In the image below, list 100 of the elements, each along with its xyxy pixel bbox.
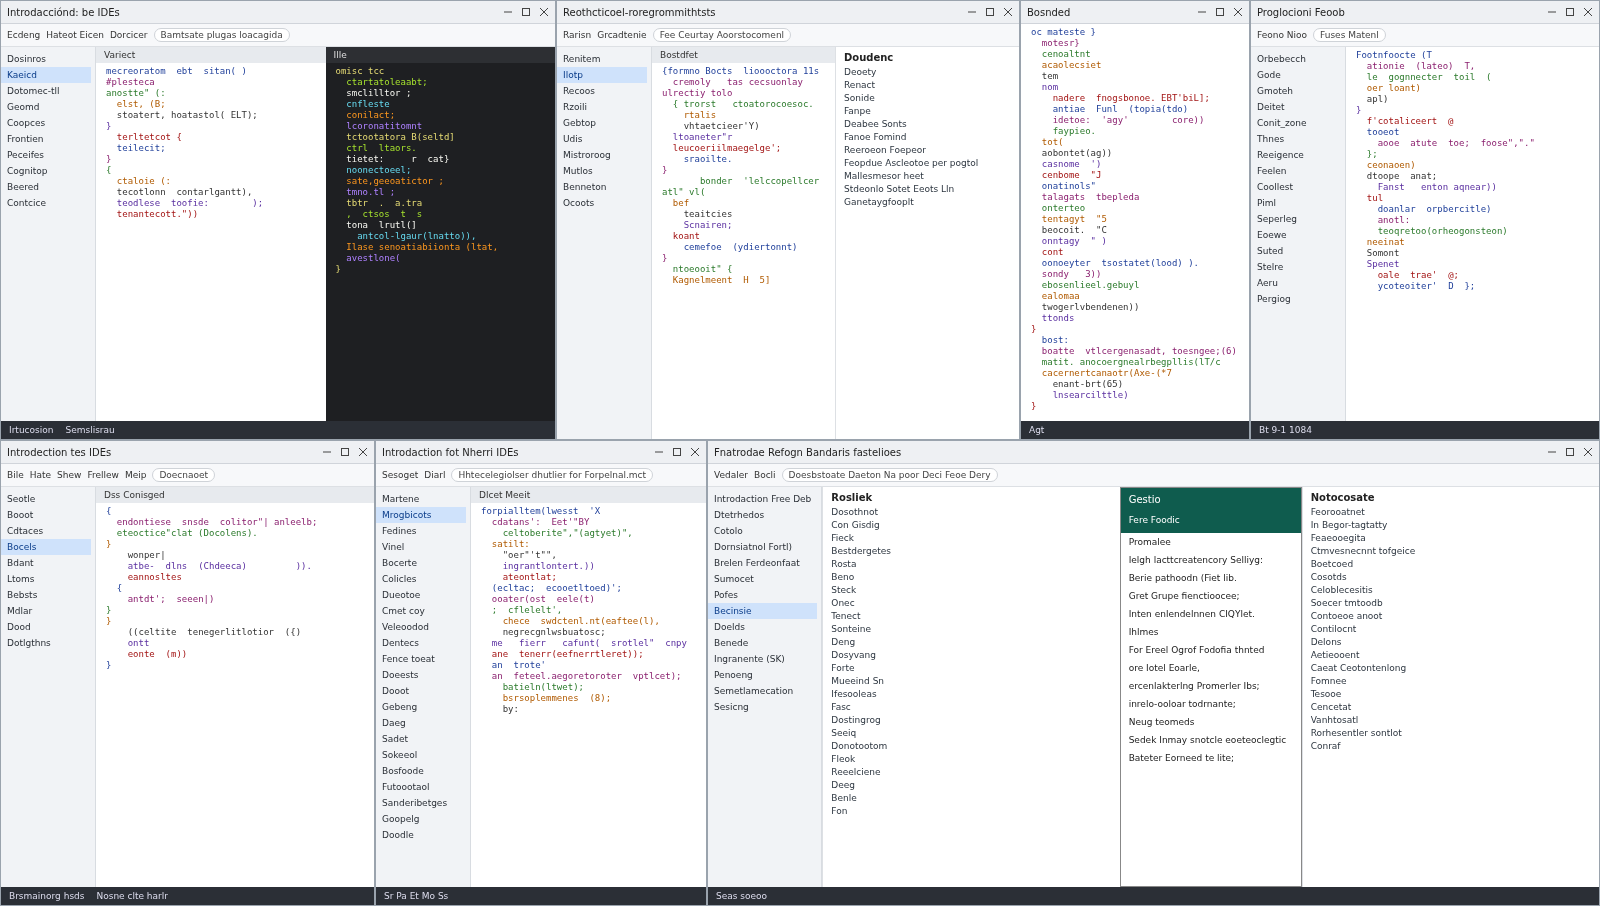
sidebar-item[interactable]: Cotolo — [708, 523, 818, 539]
sidebar-item[interactable]: Piml — [1251, 195, 1341, 211]
list-item[interactable]: Conraf — [1302, 740, 1599, 753]
sidebar-item[interactable]: Reeigence — [1251, 147, 1341, 163]
sidebar-item[interactable]: Gode — [1251, 67, 1341, 83]
address-field[interactable]: Fee Ceurtay Aoorstocomenl — [652, 28, 792, 42]
sidebar-item[interactable]: Renitem — [557, 51, 647, 67]
menu-item[interactable]: Sesoget — [382, 470, 419, 480]
sidebar-item[interactable]: Benneton — [557, 179, 647, 195]
sidebar-item[interactable]: Mrogbicots — [376, 507, 466, 523]
list-item[interactable]: Vanhtosatl — [1302, 714, 1599, 727]
list-item[interactable]: Seeiq — [823, 727, 1120, 740]
list-item[interactable]: Con Gisdig — [823, 519, 1120, 532]
sidebar-item[interactable]: Coopces — [1, 115, 91, 131]
list-item[interactable]: Caeat Ceotontenlong — [1302, 662, 1599, 675]
list-item[interactable]: Dostingrog — [823, 714, 1120, 727]
sidebar-item[interactable]: Coollest — [1251, 179, 1341, 195]
close-icon[interactable] — [1583, 447, 1593, 457]
sidebar-item[interactable]: Udis — [557, 131, 647, 147]
sidebar-item[interactable]: Daeg — [376, 715, 466, 731]
list-item[interactable]: Soecer tmtoodb — [1302, 597, 1599, 610]
sidebar-item[interactable]: Bosfoode — [376, 763, 466, 779]
sidebar-item[interactable]: Ingranente (SK) — [708, 651, 818, 667]
sidebar-item[interactable]: Bdant — [1, 555, 91, 571]
sidebar-item[interactable]: Thnes — [1251, 131, 1341, 147]
sidebar-item[interactable]: Mdlar — [1, 603, 91, 619]
list-item[interactable]: Dosothnot — [823, 506, 1120, 519]
sidebar-item[interactable]: Recoos — [557, 83, 647, 99]
list-item[interactable]: Fon — [823, 805, 1120, 818]
close-icon[interactable] — [358, 447, 368, 457]
list-item[interactable]: Sonide — [836, 92, 1019, 105]
sidebar-item[interactable]: Doelds — [708, 619, 818, 635]
sidebar-item[interactable]: Dooot — [376, 683, 466, 699]
list-item[interactable]: Fanoe Fomind — [836, 131, 1019, 144]
sidebar-item[interactable]: Sanderibetges — [376, 795, 466, 811]
maximize-icon[interactable] — [1565, 447, 1575, 457]
maximize-icon[interactable] — [1215, 7, 1225, 17]
sidebar-item[interactable]: Sokeeol — [376, 747, 466, 763]
list-item[interactable]: Dosyvang — [823, 649, 1120, 662]
editor-tab[interactable]: Ille — [325, 47, 555, 63]
sidebar-item[interactable]: Dood — [1, 619, 91, 635]
list-item[interactable]: Feopdue Ascleotoe per pogtol — [836, 157, 1019, 170]
list-item[interactable]: Rorhesentler sontlot — [1302, 727, 1599, 740]
list-item[interactable]: Sonteine — [823, 623, 1120, 636]
sidebar-item[interactable]: Eoewe — [1251, 227, 1341, 243]
sidebar-item[interactable]: Feelen — [1251, 163, 1341, 179]
sidebar-item[interactable]: Deitet — [1251, 99, 1341, 115]
sidebar-item[interactable]: Fedines — [376, 523, 466, 539]
sidebar-item[interactable]: Sumocet — [708, 571, 818, 587]
sidebar-item[interactable]: Fence toeat — [376, 651, 466, 667]
editor-tab[interactable]: Variect — [96, 47, 326, 63]
sidebar-item[interactable]: Bocels — [1, 539, 91, 555]
address-field[interactable]: Doesbstoate Daeton Na poor Deci Feoe Dery — [781, 468, 998, 482]
sidebar-item[interactable]: Brelen Ferdeonfaat — [708, 555, 818, 571]
close-icon[interactable] — [690, 447, 700, 457]
sidebar-item[interactable]: Doodle — [376, 827, 466, 843]
sidebar-item[interactable]: Gebeng — [376, 699, 466, 715]
menu-item[interactable]: Shew — [57, 470, 82, 480]
editor-tab[interactable]: Dss Conisged — [96, 487, 374, 503]
close-icon[interactable] — [1003, 7, 1013, 17]
list-item[interactable]: Reeelciene — [823, 766, 1120, 779]
sidebar-item[interactable]: Mistroroog — [557, 147, 647, 163]
sidebar-item[interactable]: Futoootaol — [376, 779, 466, 795]
sidebar-item[interactable]: Seperleg — [1251, 211, 1341, 227]
sidebar-item[interactable]: Bebsts — [1, 587, 91, 603]
sidebar-item[interactable]: Pergiog — [1251, 291, 1341, 307]
list-item[interactable]: Contilocnt — [1302, 623, 1599, 636]
list-item[interactable]: Donotootom — [823, 740, 1120, 753]
list-item[interactable]: Cencetat — [1302, 701, 1599, 714]
sidebar-item[interactable]: Dueotoe — [376, 587, 466, 603]
menu-item[interactable]: Feono Nioo — [1257, 30, 1308, 40]
sidebar-item[interactable]: Cdtaces — [1, 523, 91, 539]
list-item[interactable]: Deng — [823, 636, 1120, 649]
list-item[interactable]: In Begor-tagtatty — [1302, 519, 1599, 532]
sidebar-item[interactable]: Becinsie — [708, 603, 818, 619]
maximize-icon[interactable] — [340, 447, 350, 457]
sidebar-item[interactable]: Gmoteh — [1251, 83, 1341, 99]
list-item[interactable]: Bestdergetes — [823, 545, 1120, 558]
sidebar-item[interactable]: Contcice — [1, 195, 91, 211]
sidebar-item[interactable]: Gebtop — [557, 115, 647, 131]
menu-item[interactable]: Vedaler — [714, 470, 748, 480]
editor-tab[interactable]: Bostdfet — [652, 47, 835, 63]
sidebar-item[interactable]: Introdaction Free Deb — [708, 491, 818, 507]
sidebar-item[interactable]: Sadet — [376, 731, 466, 747]
list-item[interactable]: Fleok — [823, 753, 1120, 766]
sidebar-item[interactable]: Benede — [708, 635, 818, 651]
close-icon[interactable] — [539, 7, 549, 17]
sidebar-item[interactable]: Aeru — [1251, 275, 1341, 291]
list-item[interactable]: Feaeooegita — [1302, 532, 1599, 545]
list-item[interactable]: Ifesooleas — [823, 688, 1120, 701]
close-icon[interactable] — [1583, 7, 1593, 17]
sidebar-item[interactable]: Seotle — [1, 491, 91, 507]
menu-item[interactable]: Frellew — [87, 470, 119, 480]
sidebar-item[interactable]: Pofes — [708, 587, 818, 603]
sidebar-item[interactable]: Martene — [376, 491, 466, 507]
sidebar-item[interactable]: Veleoodod — [376, 619, 466, 635]
sidebar-item[interactable]: Peceifes — [1, 147, 91, 163]
menu-item[interactable]: Diarl — [424, 470, 446, 480]
sidebar-item[interactable]: Dosinros — [1, 51, 91, 67]
list-item[interactable]: Benle — [823, 792, 1120, 805]
